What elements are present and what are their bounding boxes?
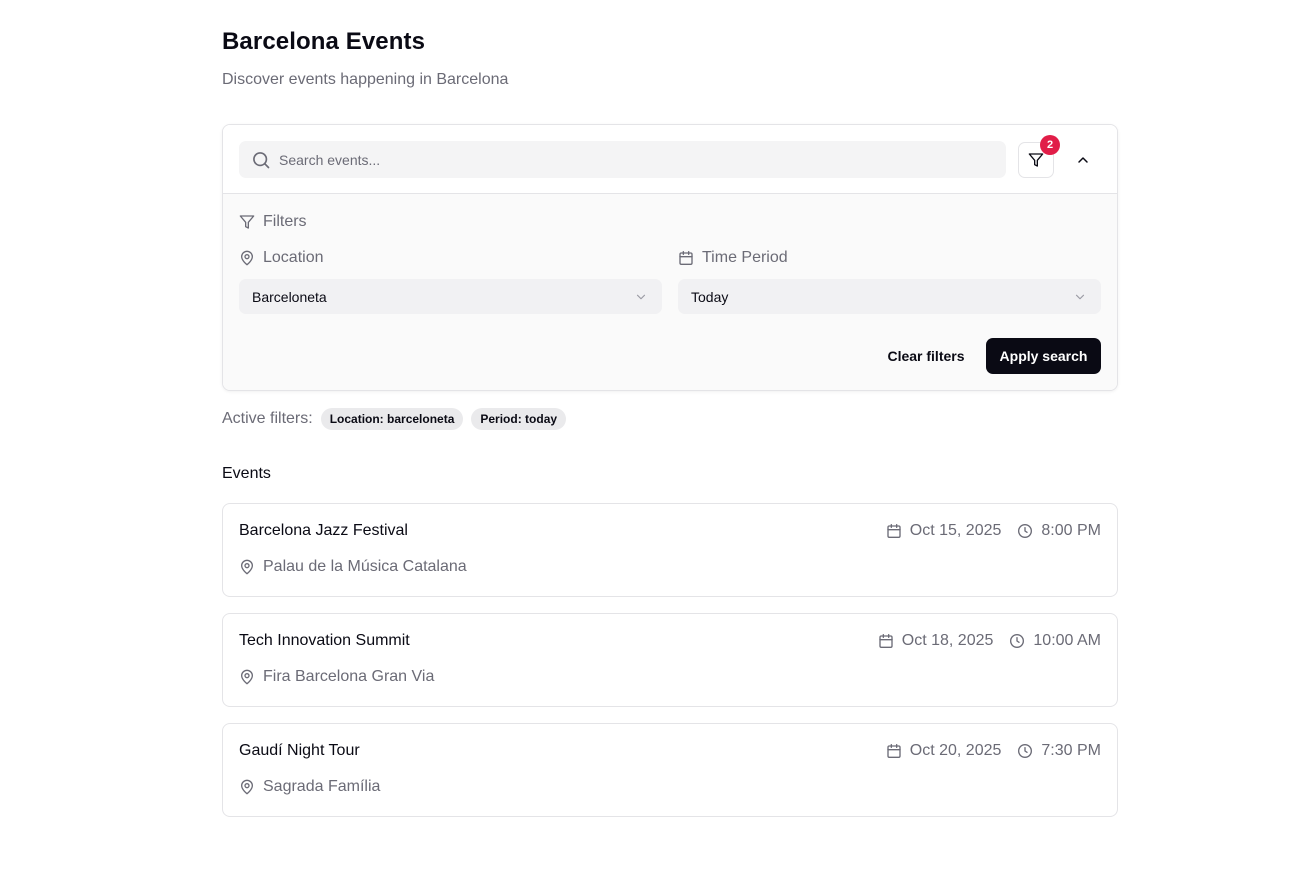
chevron-down-icon <box>1073 290 1087 304</box>
chevron-down-icon <box>634 290 648 304</box>
event-date: Oct 20, 2025 <box>886 742 1002 760</box>
filters-heading: Filters <box>239 213 307 231</box>
time-period-select[interactable]: Today <box>678 279 1101 314</box>
event-time: 10:00 AM <box>1009 632 1101 650</box>
event-venue-text: Palau de la Música Catalana <box>263 558 467 575</box>
active-filter-chip-period[interactable]: Period: today <box>471 408 567 430</box>
event-venue: Fira Barcelona Gran Via <box>239 668 434 686</box>
active-filters-label: Active filters: <box>222 410 313 427</box>
location-label-text: Location <box>263 249 324 266</box>
collapse-filters-button[interactable] <box>1068 145 1098 175</box>
search-input[interactable] <box>279 141 999 178</box>
location-select[interactable]: Barceloneta <box>239 279 662 314</box>
event-card[interactable]: Barcelona Jazz Festival Oct 15, 2025 8:0… <box>222 503 1118 597</box>
clock-icon <box>1017 523 1033 539</box>
calendar-icon <box>886 743 902 759</box>
filter-card: 2 Filters Location Ba <box>222 124 1118 391</box>
location-label: Location <box>239 249 324 267</box>
active-filters: Active filters: Location: barceloneta Pe… <box>222 408 567 430</box>
event-title: Barcelona Jazz Festival <box>239 522 408 539</box>
event-venue: Sagrada Família <box>239 778 380 796</box>
event-date: Oct 18, 2025 <box>878 632 994 650</box>
search-box[interactable] <box>239 141 1006 178</box>
location-select-value: Barceloneta <box>252 288 327 305</box>
filter-icon <box>1028 152 1044 168</box>
time-period-label-text: Time Period <box>702 249 788 266</box>
event-title: Gaudí Night Tour <box>239 742 360 759</box>
filters-heading-label: Filters <box>263 213 307 230</box>
event-meta: Oct 20, 2025 7:30 PM <box>886 742 1101 760</box>
page-title: Barcelona Events <box>222 28 426 55</box>
event-venue-text: Sagrada Família <box>263 778 381 795</box>
map-pin-icon <box>239 559 255 575</box>
time-period-select-value: Today <box>691 288 729 305</box>
event-card[interactable]: Gaudí Night Tour Oct 20, 2025 7:30 PM Sa… <box>222 723 1118 817</box>
event-time-text: 8:00 PM <box>1041 522 1101 539</box>
event-date: Oct 15, 2025 <box>886 522 1002 540</box>
time-period-label: Time Period <box>678 249 788 267</box>
filter-count-badge: 2 <box>1040 135 1060 155</box>
map-pin-icon <box>239 779 255 795</box>
clock-icon <box>1009 633 1025 649</box>
event-meta: Oct 18, 2025 10:00 AM <box>878 632 1101 650</box>
calendar-icon <box>886 523 902 539</box>
apply-search-button[interactable]: Apply search <box>986 338 1101 374</box>
event-date-text: Oct 15, 2025 <box>909 522 1002 539</box>
map-pin-icon <box>239 250 255 266</box>
filter-icon <box>239 214 255 230</box>
event-date-text: Oct 18, 2025 <box>901 632 994 649</box>
clock-icon <box>1017 743 1033 759</box>
event-date-text: Oct 20, 2025 <box>909 742 1002 759</box>
event-time: 7:30 PM <box>1017 742 1101 760</box>
event-time-text: 7:30 PM <box>1041 742 1101 759</box>
calendar-icon <box>678 250 694 266</box>
event-time: 8:00 PM <box>1017 522 1101 540</box>
search-row: 2 <box>223 125 1117 194</box>
page-subtitle: Discover events happening in Barcelona <box>222 71 509 88</box>
calendar-icon <box>878 633 894 649</box>
event-title: Tech Innovation Summit <box>239 632 410 649</box>
active-filter-chip-location[interactable]: Location: barceloneta <box>320 408 464 430</box>
event-time-text: 10:00 AM <box>1033 632 1101 649</box>
filters-panel: Filters Location Barceloneta Time Period <box>223 194 1117 390</box>
clear-filters-button[interactable]: Clear filters <box>871 338 981 374</box>
search-icon <box>251 150 271 170</box>
events-heading: Events <box>222 465 271 482</box>
event-venue-text: Fira Barcelona Gran Via <box>263 668 435 685</box>
event-card[interactable]: Tech Innovation Summit Oct 18, 2025 10:0… <box>222 613 1118 707</box>
map-pin-icon <box>239 669 255 685</box>
chevron-up-icon <box>1075 152 1091 168</box>
event-meta: Oct 15, 2025 8:00 PM <box>886 522 1101 540</box>
filter-toggle-button[interactable]: 2 <box>1018 135 1060 178</box>
event-venue: Palau de la Música Catalana <box>239 558 467 576</box>
